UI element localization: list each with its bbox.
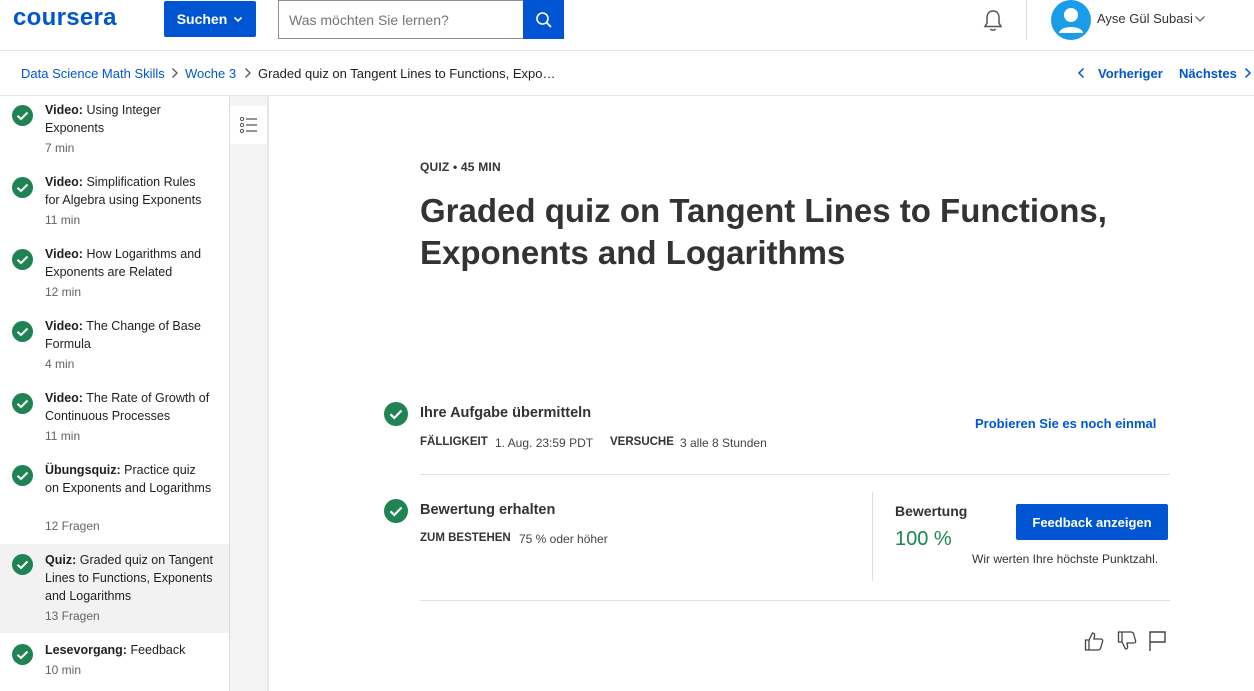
breadcrumb-current: Graded quiz on Tangent Lines to Function… <box>258 66 556 81</box>
submit-step-title: Ihre Aufgabe übermitteln <box>420 405 592 421</box>
sidebar-item[interactable]: Übungsquiz: Practice quiz on Exponents a… <box>0 456 229 544</box>
sidebar-item-title: Video: How Logarithms and Exponents are … <box>45 247 202 279</box>
attempts-value: 3 alle 8 Stunden <box>680 436 767 450</box>
coursera-logo[interactable]: coursera <box>13 4 117 32</box>
retry-link[interactable]: Probieren Sie es noch einmal <box>975 416 1156 431</box>
due-label: FÄLLIGKEIT <box>420 436 488 448</box>
thumbs-down-icon[interactable] <box>1116 630 1138 652</box>
sidebar-item[interactable]: Video: The Rate of Growth of Continuous … <box>0 384 229 456</box>
breadcrumb-week[interactable]: Woche 3 <box>185 66 236 81</box>
thumbs-up-icon[interactable] <box>1083 630 1105 652</box>
user-name[interactable]: Ayse Gül Subasi <box>1097 11 1193 26</box>
sidebar-item[interactable]: Lesevorgang: Feedback 10 min <box>0 633 229 691</box>
search-input[interactable] <box>278 0 524 39</box>
browse-dropdown-button[interactable]: Suchen <box>164 1 256 37</box>
completed-check-icon <box>384 499 408 523</box>
grade-note: Wir werten Ihre höchste Punktzahl. <box>972 552 1159 566</box>
sidebar-rail <box>230 96 269 691</box>
grade-value: 100 % <box>895 528 952 550</box>
completed-check-icon <box>12 554 33 575</box>
sidebar-item-title: Lesevorgang: Feedback <box>45 643 186 657</box>
top-navigation-bar: coursera Suchen Ayse Gül Subasi <box>0 0 1254 51</box>
outline-toggle-button[interactable] <box>230 106 267 144</box>
browse-label: Suchen <box>176 11 228 27</box>
sidebar-item-title: Video: The Change of Base Formula <box>45 319 201 351</box>
sidebar-item-meta: 4 min <box>45 357 75 371</box>
search-icon <box>535 11 552 28</box>
breadcrumb-course[interactable]: Data Science Math Skills <box>21 66 165 81</box>
completed-check-icon <box>12 321 33 342</box>
chevron-right-icon <box>172 68 178 78</box>
view-feedback-button[interactable]: Feedback anzeigen <box>1016 504 1168 540</box>
divider <box>1026 0 1027 40</box>
divider <box>420 474 1170 475</box>
completed-check-icon <box>12 644 33 665</box>
sidebar-item-active[interactable]: Quiz: Graded quiz on Tangent Lines to Fu… <box>0 544 229 633</box>
notification-bell-icon[interactable] <box>980 8 1006 34</box>
sidebar-item-meta: 13 Fragen <box>45 609 100 623</box>
sidebar-item-title: Video: The Rate of Growth of Continuous … <box>45 391 210 423</box>
completed-check-icon <box>12 249 33 270</box>
sidebar-item-meta: 11 min <box>45 429 81 443</box>
completed-check-icon <box>12 177 33 198</box>
completed-check-icon <box>12 105 33 126</box>
sidebar-item-meta: 12 Fragen <box>45 519 100 533</box>
pass-value: 75 % oder höher <box>519 532 608 546</box>
sidebar-item-title: Quiz: Graded quiz on Tangent Lines to Fu… <box>45 553 213 603</box>
pass-label: ZUM BESTEHEN <box>420 532 511 544</box>
sidebar-item-meta: 10 min <box>45 663 82 677</box>
sidebar-item-title: Video: Simplification Rules for Algebra … <box>45 175 202 207</box>
sidebar-item-meta: 12 min <box>45 285 82 299</box>
flag-icon[interactable] <box>1147 630 1169 652</box>
sidebar-item-meta: 11 min <box>45 213 81 227</box>
sidebar-item[interactable]: Video: Simplification Rules for Algebra … <box>0 168 229 240</box>
chevron-right-icon <box>245 68 251 78</box>
due-value: 1. Aug. 23:59 PDT <box>495 436 594 450</box>
breadcrumb: Data Science Math Skills Woche 3 Graded … <box>0 51 1254 96</box>
avatar[interactable] <box>1051 0 1091 40</box>
course-sidebar: Video: Using Integer Exponents 7 min Vid… <box>0 96 230 691</box>
attempts-label: VERSUCHE <box>610 436 674 448</box>
completed-check-icon <box>12 465 33 486</box>
completed-check-icon <box>12 393 33 414</box>
page-title: Graded quiz on Tangent Lines to Function… <box>420 192 1107 271</box>
chevron-down-icon[interactable] <box>1194 14 1206 24</box>
sidebar-item-title: Video: Using Integer Exponents <box>45 103 161 135</box>
sidebar-item[interactable]: Video: How Logarithms and Exponents are … <box>0 240 229 312</box>
previous-link[interactable]: Vorheriger <box>1098 66 1163 81</box>
chevron-left-icon[interactable] <box>1076 67 1086 79</box>
divider <box>872 492 873 581</box>
completed-check-icon <box>384 402 408 426</box>
next-link[interactable]: Nächstes <box>1179 66 1237 81</box>
sidebar-item-meta: 7 min <box>45 141 75 155</box>
sidebar-item-title: Übungsquiz: Practice quiz on Exponents a… <box>45 463 212 495</box>
chevron-down-icon <box>234 16 243 23</box>
sidebar-item[interactable]: Video: The Change of Base Formula 4 min <box>0 312 229 384</box>
search-submit-button[interactable] <box>523 0 564 39</box>
sidebar-item[interactable]: Video: Using Integer Exponents 7 min <box>0 96 229 168</box>
item-type-label: QUIZ • 45 MIN <box>420 160 501 174</box>
list-icon <box>239 116 257 134</box>
chevron-right-icon[interactable] <box>1243 67 1253 79</box>
grade-step-title: Bewertung erhalten <box>420 502 556 518</box>
divider <box>420 600 1170 601</box>
grade-label: Bewertung <box>895 503 968 519</box>
user-icon <box>1059 8 1083 33</box>
